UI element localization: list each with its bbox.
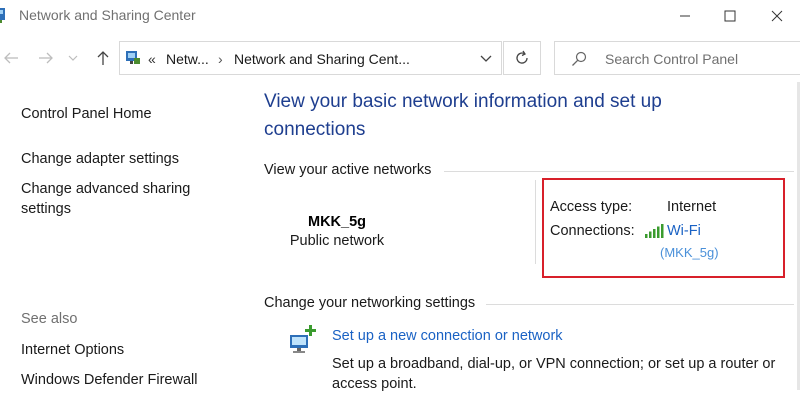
address-history-chevron-icon[interactable] <box>480 55 492 63</box>
title-bar: Network and Sharing Center <box>0 0 800 32</box>
search-icon <box>572 51 587 66</box>
setup-connection-link-text[interactable]: Set up a new connection or network <box>332 328 563 344</box>
new-connection-icon <box>290 325 316 353</box>
change-settings-heading: Change your networking settings <box>264 295 476 311</box>
address-bar[interactable]: « Netw... › Network and Sharing Cent... <box>119 41 502 75</box>
forward-button[interactable] <box>35 44 57 72</box>
minimize-button[interactable] <box>662 0 708 32</box>
up-arrow-icon <box>97 51 109 65</box>
forward-arrow-icon <box>39 52 53 64</box>
up-button[interactable] <box>92 44 114 72</box>
control-panel-home-link[interactable]: Control Panel Home <box>21 104 152 124</box>
setup-connection-description: Set up a broadband, dial-up, or VPN conn… <box>332 356 776 392</box>
breadcrumb-item-network[interactable]: Netw... <box>166 51 209 67</box>
back-arrow-icon <box>4 52 18 64</box>
chevron-down-icon <box>68 55 78 61</box>
search-input[interactable]: Search Control Panel <box>605 51 738 67</box>
highlight-annotation-box <box>542 178 785 278</box>
control-panel-icon <box>126 51 140 64</box>
maximize-button[interactable] <box>707 0 753 32</box>
active-networks-divider <box>444 171 794 172</box>
search-box[interactable]: Search Control Panel <box>554 41 800 75</box>
back-button[interactable] <box>0 44 22 72</box>
page-title: View your basic network information and … <box>264 91 662 140</box>
refresh-button[interactable] <box>503 41 541 75</box>
close-button[interactable] <box>754 0 800 32</box>
minimize-icon <box>680 15 690 17</box>
change-settings-divider <box>486 304 794 305</box>
change-adapter-settings-link[interactable]: Change adapter settings <box>21 149 179 169</box>
window-title: Network and Sharing Center <box>19 7 196 23</box>
internet-options-link[interactable]: Internet Options <box>21 340 124 360</box>
active-networks-heading: View your active networks <box>264 162 432 178</box>
setup-connection-link[interactable]: Set up a new connection or network <box>332 328 563 344</box>
breadcrumb-chevron-icon: › <box>218 51 223 67</box>
maximize-icon <box>724 10 736 22</box>
network-center-icon <box>0 8 5 23</box>
close-icon <box>771 10 783 22</box>
change-advanced-sharing-settings-link[interactable]: Change advanced sharing settings <box>21 179 190 219</box>
network-name: MKK_5g <box>307 214 366 230</box>
windows-defender-firewall-link[interactable]: Windows Defender Firewall <box>21 370 197 390</box>
network-category-link[interactable]: Public network <box>262 233 412 249</box>
breadcrumb-overflow-icon[interactable]: « <box>148 51 156 67</box>
see-also-label: See also <box>21 311 78 327</box>
refresh-icon <box>516 50 528 64</box>
breadcrumb-item-current[interactable]: Network and Sharing Cent... <box>234 51 410 67</box>
recent-locations-button[interactable] <box>66 44 80 72</box>
network-divider <box>535 180 536 264</box>
